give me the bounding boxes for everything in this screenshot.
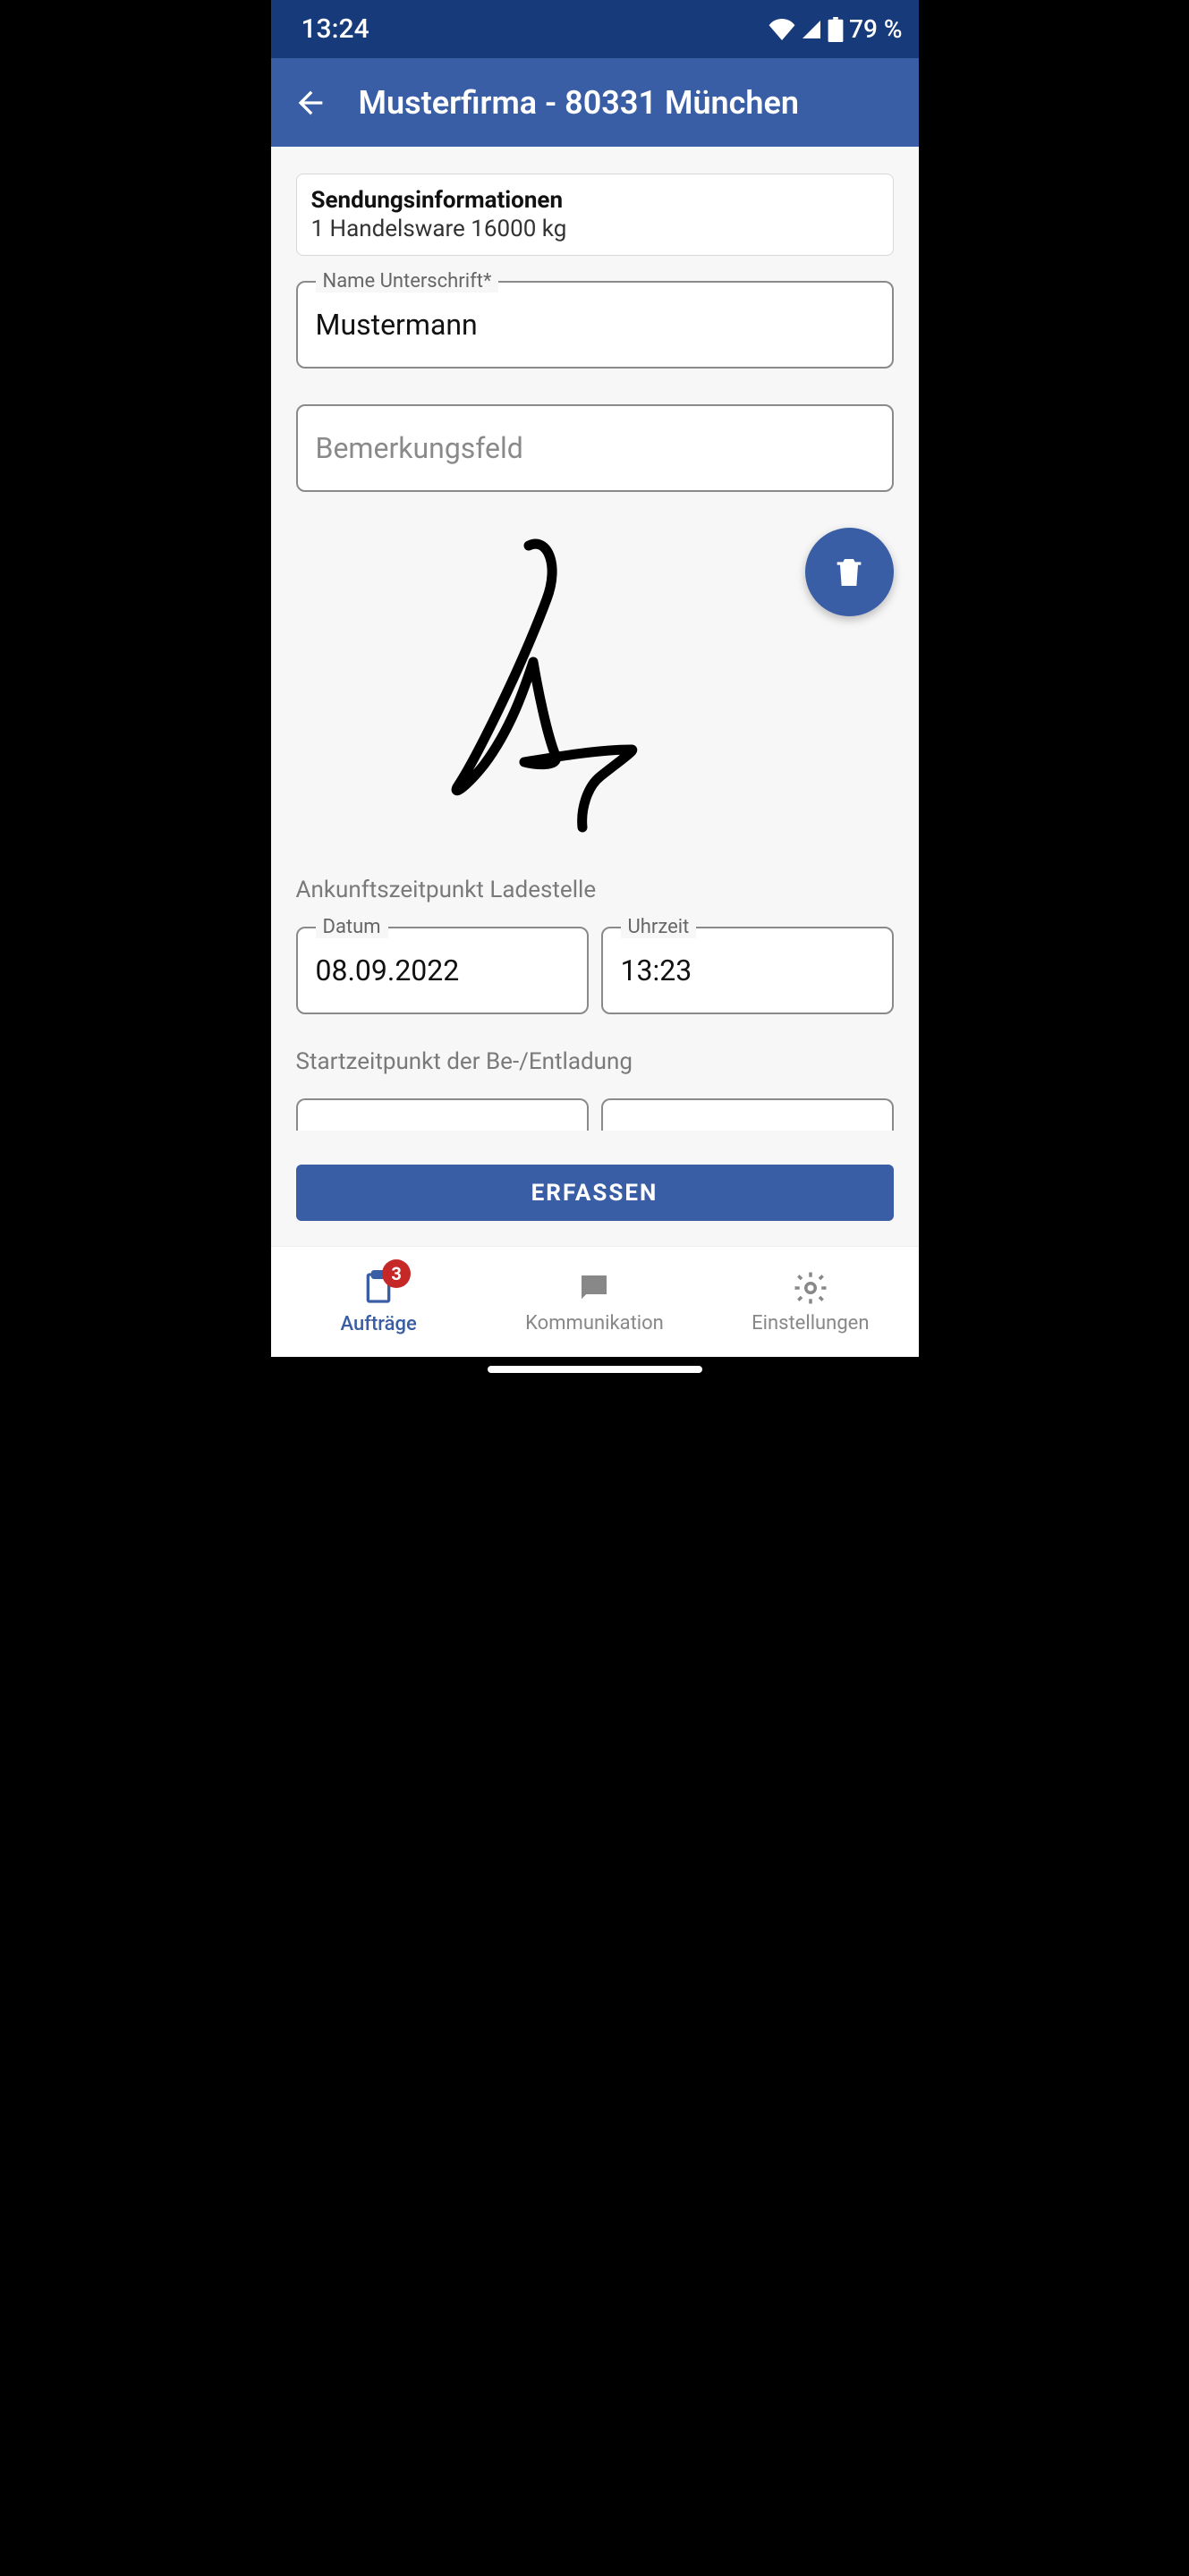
nav-settings[interactable]: Einstellungen [702, 1247, 918, 1357]
trash-icon [831, 553, 867, 592]
remark-placeholder: Bemerkungsfeld [316, 431, 523, 465]
signature-area[interactable] [296, 528, 894, 850]
app-bar: Musterfirma - 80331 München [271, 58, 919, 147]
signal-icon [801, 19, 822, 40]
arrival-date-field[interactable]: Datum 08.09.2022 [296, 927, 589, 1014]
arrival-date-label: Datum [316, 916, 388, 938]
shipment-info-card[interactable]: Sendungsinformationen 1 Handelsware 1600… [296, 174, 894, 256]
signature-name-value: Mustermann [316, 308, 478, 342]
nav-orders-badge: 3 [382, 1259, 411, 1288]
signature-name-field[interactable]: Name Unterschrift* Mustermann [296, 281, 894, 369]
gesture-pill [488, 1366, 702, 1373]
start-date-field[interactable] [296, 1098, 589, 1131]
nav-communication[interactable]: Kommunikation [487, 1247, 702, 1357]
shipment-info-subtitle: 1 Handelsware 16000 kg [311, 216, 879, 242]
arrival-section-label: Ankunftszeitpunkt Ladestelle [296, 877, 894, 903]
start-section-label: Startzeitpunkt der Be-/Entladung [296, 1048, 894, 1075]
status-bar: 13:24 79 % [271, 0, 919, 58]
arrow-left-icon [293, 85, 328, 121]
arrival-time-label: Uhrzeit [621, 916, 697, 938]
nav-orders-label: Aufträge [341, 1313, 417, 1335]
gesture-bar [271, 1357, 919, 1393]
page-title: Musterfirma - 80331 München [359, 84, 800, 122]
nav-communication-label: Kommunikation [525, 1312, 664, 1335]
back-button[interactable] [287, 80, 334, 126]
start-time-field[interactable] [601, 1098, 894, 1131]
nav-settings-label: Einstellungen [752, 1312, 869, 1335]
delete-signature-button[interactable] [805, 528, 894, 616]
signature-name-label: Name Unterschrift* [316, 270, 499, 292]
arrival-time-field[interactable]: Uhrzeit 13:23 [601, 927, 894, 1014]
battery-icon [828, 17, 844, 42]
battery-percent: 79 % [849, 14, 902, 44]
status-time: 13:24 [301, 13, 369, 45]
wifi-icon [769, 19, 795, 40]
arrival-time-value: 13:23 [621, 953, 692, 987]
nav-orders[interactable]: 3 Aufträge [271, 1247, 487, 1357]
gear-icon [792, 1269, 829, 1307]
submit-button[interactable]: ERFASSEN [296, 1165, 894, 1221]
remark-field[interactable]: Bemerkungsfeld [296, 404, 894, 492]
arrival-date-value: 08.09.2022 [316, 953, 460, 987]
shipment-info-title: Sendungsinformationen [311, 187, 879, 214]
signature-stroke [368, 528, 726, 850]
bottom-nav: 3 Aufträge Kommunikation Einstellungen [271, 1246, 919, 1357]
chat-icon [575, 1269, 613, 1307]
